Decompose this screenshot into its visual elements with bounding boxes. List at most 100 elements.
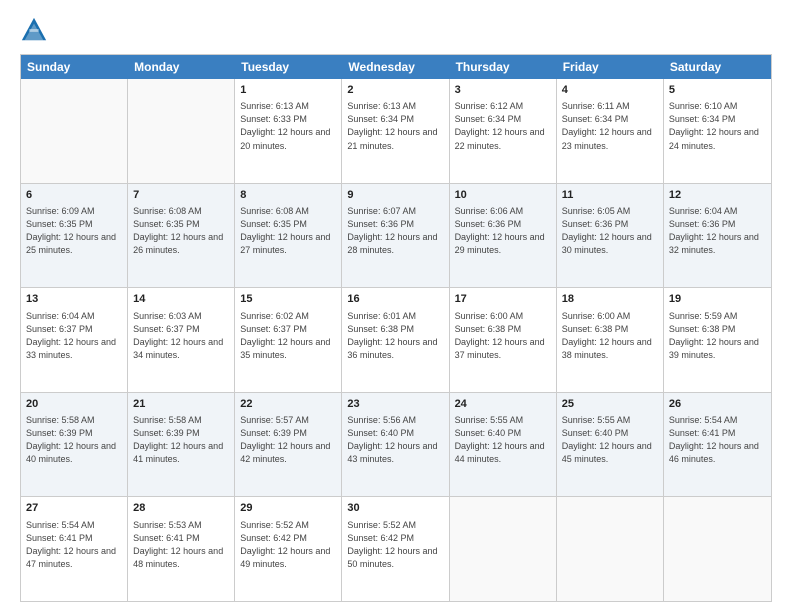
day-number: 1 <box>240 83 336 98</box>
calendar-cell: 2 Sunrise: 6:13 AMSunset: 6:34 PMDaylight… <box>342 79 449 183</box>
calendar-header-cell: Sunday <box>21 55 128 79</box>
calendar-cell: 28 Sunrise: 5:53 AMSunset: 6:41 PMDayligh… <box>128 497 235 601</box>
calendar-cell: 9 Sunrise: 6:07 AMSunset: 6:36 PMDaylight… <box>342 184 449 288</box>
calendar-cell: 20 Sunrise: 5:58 AMSunset: 6:39 PMDayligh… <box>21 393 128 497</box>
day-number: 24 <box>455 397 551 412</box>
calendar-cell: 25Sunrise: 5:55 AMSunset: 6:40 PMDayligh… <box>557 393 664 497</box>
cell-detail: Sunrise: 5:55 AMSunset: 6:40 PMDaylight:… <box>455 414 551 466</box>
calendar-cell: 7 Sunrise: 6:08 AMSunset: 6:35 PMDaylight… <box>128 184 235 288</box>
calendar-cell: 30 Sunrise: 5:52 AMSunset: 6:42 PMDayligh… <box>342 497 449 601</box>
cell-detail: Sunrise: 5:59 AMSunset: 6:38 PMDaylight:… <box>669 310 766 362</box>
calendar: SundayMondayTuesdayWednesdayThursdayFrid… <box>20 54 772 602</box>
header <box>20 16 772 44</box>
day-number: 16 <box>347 292 443 307</box>
cell-detail: Sunrise: 6:01 AMSunset: 6:38 PMDaylight:… <box>347 310 443 362</box>
cell-detail: Sunrise: 6:11 AMSunset: 6:34 PMDaylight:… <box>562 100 658 152</box>
day-number: 9 <box>347 188 443 203</box>
calendar-cell: 8 Sunrise: 6:08 AMSunset: 6:35 PMDaylight… <box>235 184 342 288</box>
calendar-cell: 29Sunrise: 5:52 AMSunset: 6:42 PMDayligh… <box>235 497 342 601</box>
calendar-cell: 1Sunrise: 6:13 AMSunset: 6:33 PMDaylight… <box>235 79 342 183</box>
cell-detail: Sunrise: 6:08 AMSunset: 6:35 PMDaylight:… <box>133 205 229 257</box>
day-number: 30 <box>347 501 443 516</box>
cell-detail: Sunrise: 6:09 AMSunset: 6:35 PMDaylight:… <box>26 205 122 257</box>
day-number: 5 <box>669 83 766 98</box>
day-number: 20 <box>26 397 122 412</box>
calendar-cell: 10 Sunrise: 6:06 AMSunset: 6:36 PMDayligh… <box>450 184 557 288</box>
calendar-cell: 3 Sunrise: 6:12 AMSunset: 6:34 PMDaylight… <box>450 79 557 183</box>
cell-detail: Sunrise: 6:00 AMSunset: 6:38 PMDaylight:… <box>562 310 658 362</box>
day-number: 13 <box>26 292 122 307</box>
calendar-header-cell: Tuesday <box>235 55 342 79</box>
calendar-cell: 26 Sunrise: 5:54 AMSunset: 6:41 PMDayligh… <box>664 393 771 497</box>
cell-detail: Sunrise: 6:08 AMSunset: 6:35 PMDaylight:… <box>240 205 336 257</box>
logo-icon <box>20 16 48 44</box>
calendar-cell: 6 Sunrise: 6:09 AMSunset: 6:35 PMDaylight… <box>21 184 128 288</box>
calendar-cell: 24 Sunrise: 5:55 AMSunset: 6:40 PMDayligh… <box>450 393 557 497</box>
calendar-header-cell: Saturday <box>664 55 771 79</box>
cell-detail: Sunrise: 6:13 AMSunset: 6:34 PMDaylight:… <box>347 100 443 152</box>
cell-detail: Sunrise: 5:57 AMSunset: 6:39 PMDaylight:… <box>240 414 336 466</box>
day-number: 15 <box>240 292 336 307</box>
calendar-cell: 23Sunrise: 5:56 AMSunset: 6:40 PMDayligh… <box>342 393 449 497</box>
cell-detail: Sunrise: 5:54 AMSunset: 6:41 PMDaylight:… <box>26 519 122 571</box>
cell-detail: Sunrise: 5:58 AMSunset: 6:39 PMDaylight:… <box>26 414 122 466</box>
cell-detail: Sunrise: 6:04 AMSunset: 6:36 PMDaylight:… <box>669 205 766 257</box>
cell-detail: Sunrise: 6:02 AMSunset: 6:37 PMDaylight:… <box>240 310 336 362</box>
calendar-cell: 4 Sunrise: 6:11 AMSunset: 6:34 PMDaylight… <box>557 79 664 183</box>
day-number: 17 <box>455 292 551 307</box>
day-number: 12 <box>669 188 766 203</box>
calendar-cell <box>21 79 128 183</box>
cell-detail: Sunrise: 6:00 AMSunset: 6:38 PMDaylight:… <box>455 310 551 362</box>
calendar-cell: 18Sunrise: 6:00 AMSunset: 6:38 PMDayligh… <box>557 288 664 392</box>
calendar-cell: 27 Sunrise: 5:54 AMSunset: 6:41 PMDayligh… <box>21 497 128 601</box>
calendar-cell: 5 Sunrise: 6:10 AMSunset: 6:34 PMDaylight… <box>664 79 771 183</box>
cell-detail: Sunrise: 6:04 AMSunset: 6:37 PMDaylight:… <box>26 310 122 362</box>
day-number: 19 <box>669 292 766 307</box>
day-number: 26 <box>669 397 766 412</box>
day-number: 11 <box>562 188 658 203</box>
day-number: 8 <box>240 188 336 203</box>
day-number: 21 <box>133 397 229 412</box>
day-number: 29 <box>240 501 336 516</box>
page: SundayMondayTuesdayWednesdayThursdayFrid… <box>0 0 792 612</box>
cell-detail: Sunrise: 6:06 AMSunset: 6:36 PMDaylight:… <box>455 205 551 257</box>
logo <box>20 16 50 44</box>
cell-detail: Sunrise: 6:12 AMSunset: 6:34 PMDaylight:… <box>455 100 551 152</box>
calendar-header-cell: Wednesday <box>342 55 449 79</box>
day-number: 28 <box>133 501 229 516</box>
calendar-cell: 22 Sunrise: 5:57 AMSunset: 6:39 PMDayligh… <box>235 393 342 497</box>
calendar-cell: 17 Sunrise: 6:00 AMSunset: 6:38 PMDayligh… <box>450 288 557 392</box>
calendar-header-cell: Thursday <box>450 55 557 79</box>
day-number: 7 <box>133 188 229 203</box>
day-number: 10 <box>455 188 551 203</box>
cell-detail: Sunrise: 5:52 AMSunset: 6:42 PMDaylight:… <box>347 519 443 571</box>
calendar-cell: 21 Sunrise: 5:58 AMSunset: 6:39 PMDayligh… <box>128 393 235 497</box>
day-number: 14 <box>133 292 229 307</box>
day-number: 27 <box>26 501 122 516</box>
cell-detail: Sunrise: 6:10 AMSunset: 6:34 PMDaylight:… <box>669 100 766 152</box>
calendar-cell <box>664 497 771 601</box>
cell-detail: Sunrise: 5:58 AMSunset: 6:39 PMDaylight:… <box>133 414 229 466</box>
calendar-cell <box>128 79 235 183</box>
calendar-row: 27 Sunrise: 5:54 AMSunset: 6:41 PMDayligh… <box>21 497 771 601</box>
cell-detail: Sunrise: 6:07 AMSunset: 6:36 PMDaylight:… <box>347 205 443 257</box>
cell-detail: Sunrise: 5:54 AMSunset: 6:41 PMDaylight:… <box>669 414 766 466</box>
calendar-header-cell: Monday <box>128 55 235 79</box>
cell-detail: Sunrise: 5:53 AMSunset: 6:41 PMDaylight:… <box>133 519 229 571</box>
day-number: 2 <box>347 83 443 98</box>
calendar-cell: 11Sunrise: 6:05 AMSunset: 6:36 PMDayligh… <box>557 184 664 288</box>
calendar-cell <box>557 497 664 601</box>
calendar-row: 13 Sunrise: 6:04 AMSunset: 6:37 PMDayligh… <box>21 288 771 393</box>
calendar-row: 1Sunrise: 6:13 AMSunset: 6:33 PMDaylight… <box>21 79 771 184</box>
day-number: 6 <box>26 188 122 203</box>
calendar-cell <box>450 497 557 601</box>
calendar-cell: 19 Sunrise: 5:59 AMSunset: 6:38 PMDayligh… <box>664 288 771 392</box>
calendar-cell: 16 Sunrise: 6:01 AMSunset: 6:38 PMDayligh… <box>342 288 449 392</box>
calendar-body: 1Sunrise: 6:13 AMSunset: 6:33 PMDaylight… <box>21 79 771 601</box>
day-number: 3 <box>455 83 551 98</box>
day-number: 22 <box>240 397 336 412</box>
day-number: 4 <box>562 83 658 98</box>
calendar-header: SundayMondayTuesdayWednesdayThursdayFrid… <box>21 55 771 79</box>
calendar-cell: 15 Sunrise: 6:02 AMSunset: 6:37 PMDayligh… <box>235 288 342 392</box>
day-number: 23 <box>347 397 443 412</box>
